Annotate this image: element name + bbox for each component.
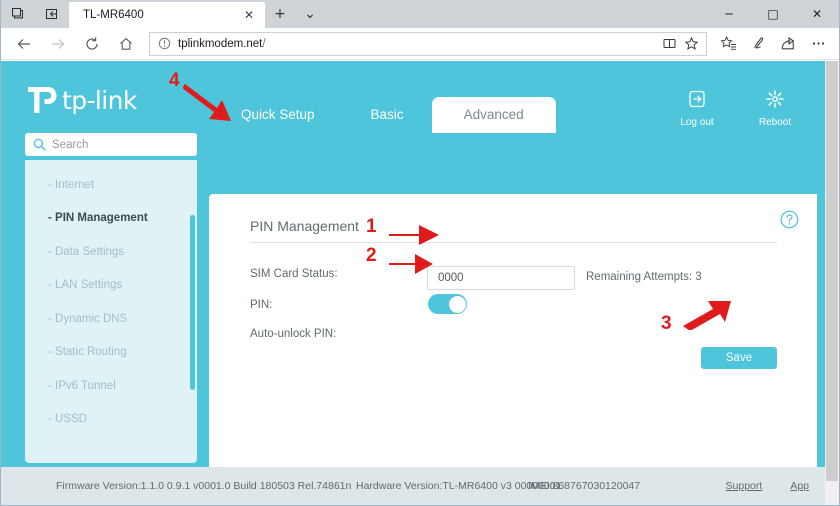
annotation-number-1: 1 [366,216,377,238]
logout-icon [687,89,707,114]
window-controls: ─ □ ✕ [707,0,839,28]
sidebar-item-data-settings[interactable]: - Data Settings [25,235,197,269]
annotation-arrow-3 [679,296,735,330]
help-icon[interactable] [780,210,799,229]
page-scrollbar-thumb[interactable] [826,61,838,481]
browser-tab[interactable]: TL-MR6400 ✕ [69,2,265,28]
sidebar-menu: - Internet - PIN Management - Data Setti… [25,160,197,463]
footer-links: Support App [726,480,809,492]
tab-menu-chevron-down-icon[interactable]: ⌄ [295,0,325,28]
minimize-button[interactable]: ─ [707,0,751,28]
close-window-button[interactable]: ✕ [795,0,839,28]
log-out-label: Log out [680,117,713,128]
reading-view-icon[interactable] [658,33,680,55]
url-host: tplinkmodem.net [178,38,262,50]
tab-close-icon[interactable]: ✕ [239,5,259,25]
home-button-icon[interactable] [109,29,143,59]
support-link[interactable]: Support [726,480,763,492]
favorite-star-icon[interactable] [680,33,702,55]
reboot-label: Reboot [759,117,791,128]
sidebar-item-dynamic-dns[interactable]: - Dynamic DNS [25,302,197,336]
tab-title: TL-MR6400 [83,9,239,21]
router-main-nav: Quick Setup Basic Advanced [213,97,556,133]
router-header-actions: Log out Reboot [671,89,801,128]
new-tab-button[interactable]: + [265,0,295,28]
sidebar-item-ipv6-tunnel[interactable]: - IPv6 Tunnel [25,369,197,403]
imei-value: IMEI:868767030120047 [528,480,640,492]
page-scrollbar[interactable] [825,61,839,505]
site-info-icon[interactable] [156,35,173,52]
browser-tab-strip: TL-MR6400 ✕ + ⌄ ─ □ ✕ [1,0,839,28]
sidebar-item-static-routing[interactable]: - Static Routing [25,336,197,370]
sidebar-item-lan-settings[interactable]: - LAN Settings [25,269,197,303]
reload-button-icon[interactable] [75,29,109,59]
router-sidebar: Search - Internet - PIN Management - Dat… [25,133,197,467]
favorites-hub-icon[interactable] [713,29,743,59]
browser-window: TL-MR6400 ✕ + ⌄ ─ □ ✕ tplinkmodem.net/ [0,0,840,506]
tp-link-logo-text: tp-link [62,86,137,115]
router-footer: Firmware Version:1.1.0 0.9.1 v0001.0 Bui… [1,467,839,505]
sidebar-item-pin-management[interactable]: - PIN Management [25,202,197,236]
search-input[interactable]: Search [25,133,197,156]
panel-divider [250,242,777,243]
auto-unlock-pin-label: Auto-unlock PIN: [250,328,336,340]
basic-tab[interactable]: Basic [343,97,432,133]
sim-card-status-label: SIM Card Status: [250,268,338,280]
annotation-arrow-4 [183,82,237,124]
annotation-number-3: 3 [661,313,672,335]
search-icon [33,138,46,151]
toggle-knob [449,296,466,313]
annotation-number-2: 2 [366,245,377,267]
sidebar-scrollbar[interactable] [190,215,195,390]
search-placeholder: Search [52,139,88,151]
maximize-button[interactable]: □ [751,0,795,28]
browser-nav-bar: tplinkmodem.net/ [1,28,839,60]
forward-button-icon[interactable] [41,29,75,59]
save-button[interactable]: Save [701,347,777,369]
tp-link-logo-mark [26,83,62,117]
sidebar-item-ussd[interactable]: - USSD [25,403,197,437]
annotation-number-4: 4 [169,70,180,92]
reboot-icon [765,89,785,114]
advanced-tab[interactable]: Advanced [432,97,556,133]
annotation-arrow-1 [387,221,441,247]
back-button-icon[interactable] [7,29,41,59]
more-options-icon[interactable] [803,29,833,59]
router-admin-page: tp-link Quick Setup Basic Advanced Log o… [1,61,839,505]
firmware-version: Firmware Version:1.1.0 0.9.1 v0001.0 Bui… [56,480,351,492]
reboot-button[interactable]: Reboot [749,89,801,128]
sidebar-item-internet[interactable]: - Internet [25,168,197,202]
log-out-button[interactable]: Log out [671,89,723,128]
address-bar[interactable]: tplinkmodem.net/ [149,32,707,56]
pin-label: PIN: [250,299,272,311]
url-path: / [262,38,265,50]
page-title: PIN Management [250,218,359,234]
auto-unlock-pin-toggle[interactable] [428,294,467,314]
pin-management-panel: PIN Management SIM Card Status: PIN requ… [209,194,817,505]
tab-preview-icon[interactable] [1,0,35,28]
url-text: tplinkmodem.net/ [178,38,658,50]
router-header: tp-link Quick Setup Basic Advanced Log o… [1,61,839,133]
annotation-arrow-2 [387,250,435,276]
set-aside-tabs-icon[interactable] [35,0,69,28]
share-icon[interactable] [773,29,803,59]
app-link[interactable]: App [790,480,809,492]
tp-link-logo: tp-link [26,83,137,117]
pin-input[interactable]: 0000 [427,266,575,290]
remaining-attempts-text: Remaining Attempts: 3 [586,271,702,283]
web-notes-pen-icon[interactable] [743,29,773,59]
